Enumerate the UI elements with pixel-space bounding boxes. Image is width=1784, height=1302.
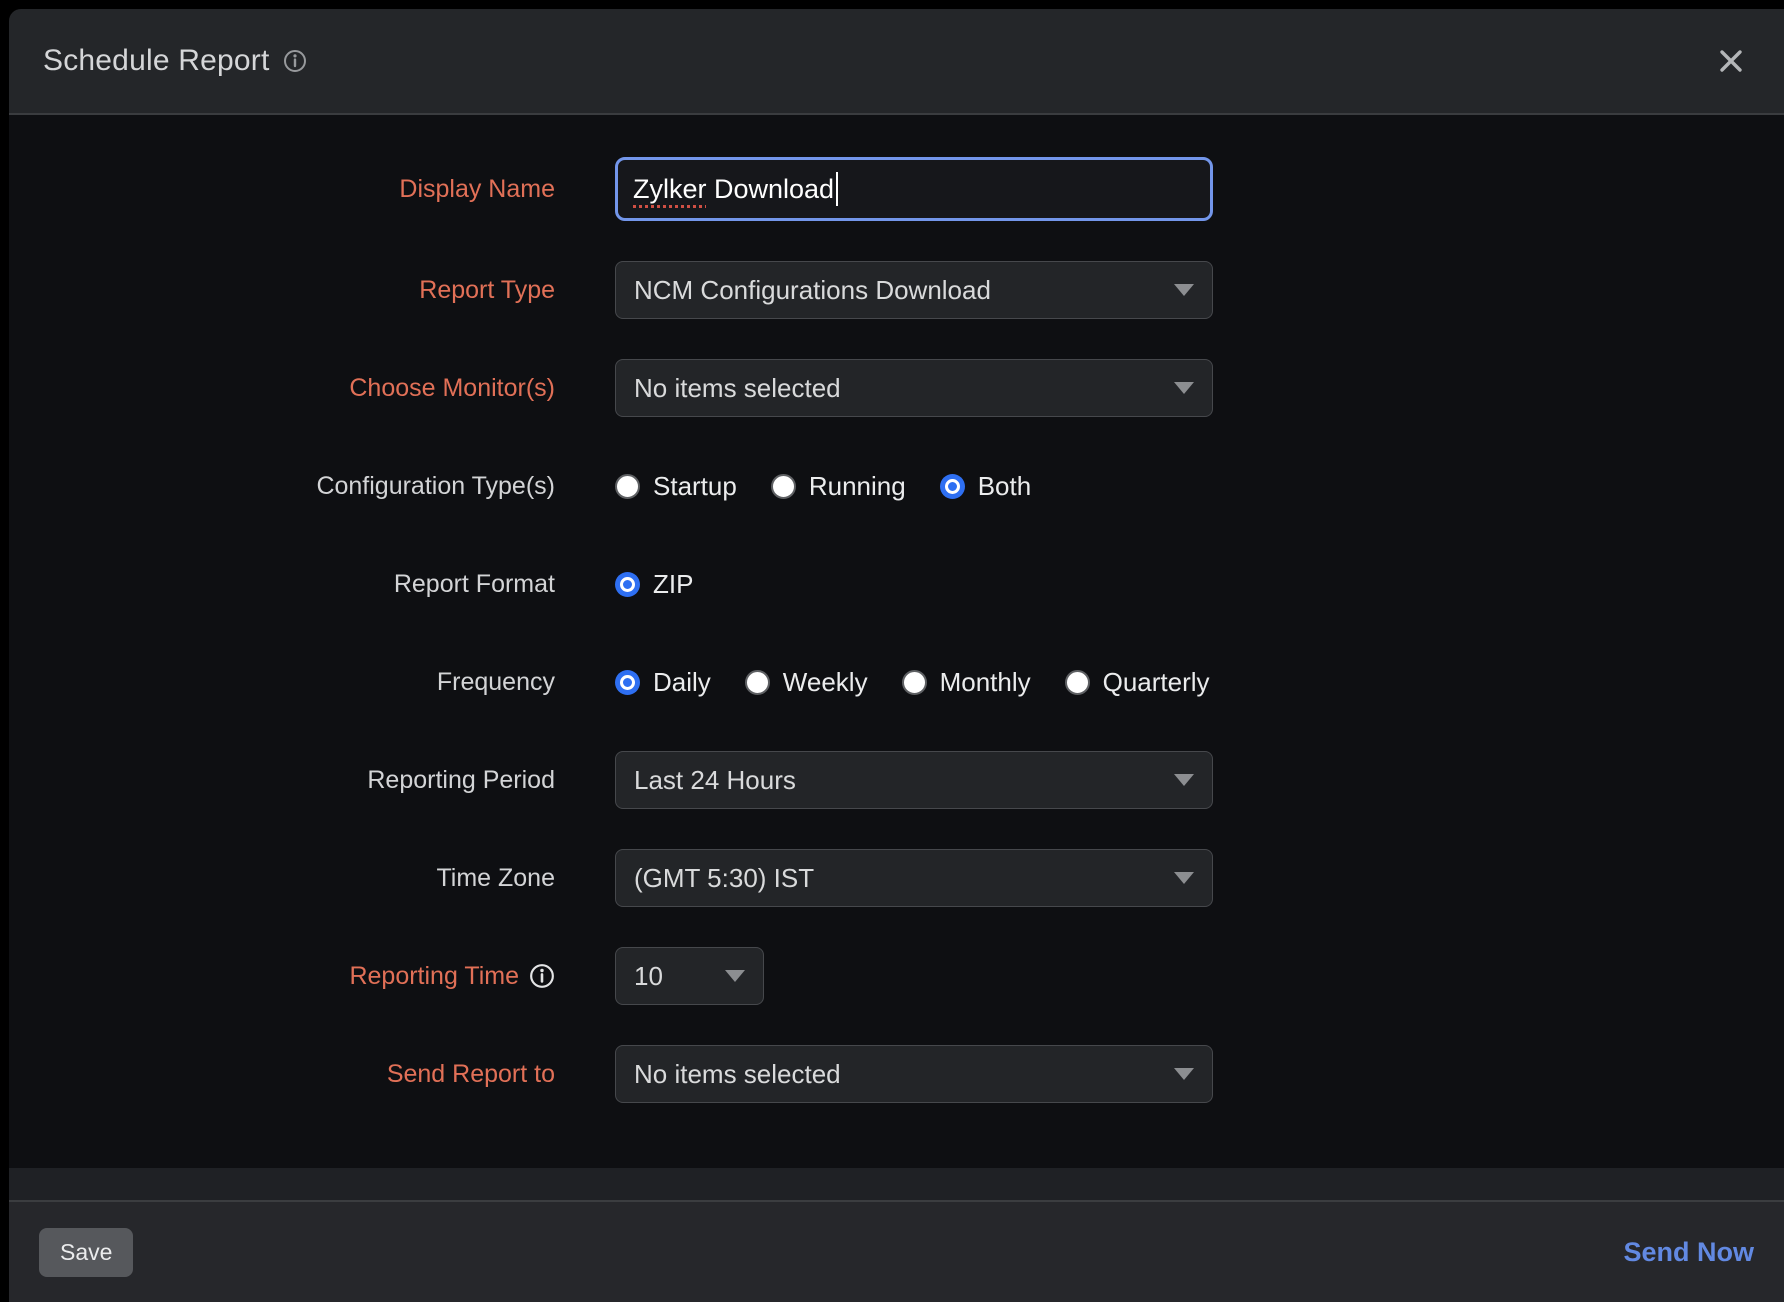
send-report-to-label: Send Report to	[9, 1060, 555, 1089]
reporting-period-value: Last 24 Hours	[634, 765, 796, 796]
report-type-value: NCM Configurations Download	[634, 275, 991, 306]
send-report-to-dropdown[interactable]: No items selected	[615, 1045, 1213, 1103]
radio-icon-selected[interactable]	[940, 474, 965, 499]
report-type-label: Report Type	[9, 276, 555, 305]
chevron-down-icon	[1174, 774, 1194, 786]
report-format-radio-group: ZIP	[615, 569, 693, 600]
chevron-down-icon	[1174, 1068, 1194, 1080]
radio-icon[interactable]	[902, 670, 927, 695]
reporting-time-label: Reporting Time	[9, 962, 555, 991]
radio-option-running[interactable]: Running	[771, 471, 906, 502]
dialog-header: Schedule Report	[9, 9, 1784, 115]
text-cursor	[836, 172, 838, 206]
frequency-label: Frequency	[9, 668, 555, 697]
row-report-format: Report Format ZIP	[9, 555, 1784, 613]
row-reporting-period: Reporting Period Last 24 Hours	[9, 751, 1784, 809]
dialog-footer: Save Send Now	[9, 1200, 1784, 1302]
radio-option-startup[interactable]: Startup	[615, 471, 737, 502]
time-zone-dropdown[interactable]: (GMT 5:30) IST	[615, 849, 1213, 907]
row-time-zone: Time Zone (GMT 5:30) IST	[9, 849, 1784, 907]
radio-icon[interactable]	[1065, 670, 1090, 695]
radio-icon-selected[interactable]	[615, 670, 640, 695]
choose-monitors-label: Choose Monitor(s)	[9, 374, 555, 403]
radio-option-daily[interactable]: Daily	[615, 667, 711, 698]
page-title: Schedule Report	[43, 44, 307, 78]
row-configuration-types: Configuration Type(s) Startup Running Bo…	[9, 457, 1784, 515]
info-icon[interactable]	[283, 49, 307, 73]
info-icon[interactable]	[529, 963, 555, 989]
choose-monitors-value: No items selected	[634, 373, 841, 404]
radio-option-monthly[interactable]: Monthly	[902, 667, 1031, 698]
time-zone-label: Time Zone	[9, 864, 555, 893]
send-report-to-value: No items selected	[634, 1059, 841, 1090]
row-send-report-to: Send Report to No items selected	[9, 1045, 1784, 1103]
chevron-down-icon	[1174, 382, 1194, 394]
display-name-value-rest: Download	[707, 174, 835, 204]
row-choose-monitors: Choose Monitor(s) No items selected	[9, 359, 1784, 417]
footer-divider-strip	[9, 1168, 1784, 1200]
reporting-period-dropdown[interactable]: Last 24 Hours	[615, 751, 1213, 809]
row-reporting-time: Reporting Time 10	[9, 947, 1784, 1005]
reporting-time-value: 10	[634, 961, 663, 992]
radio-option-quarterly[interactable]: Quarterly	[1065, 667, 1210, 698]
frequency-radio-group: Daily Weekly Monthly Quarterly	[615, 667, 1210, 698]
display-name-label: Display Name	[9, 175, 555, 204]
choose-monitors-dropdown[interactable]: No items selected	[615, 359, 1213, 417]
schedule-report-dialog: Schedule Report Display Name Zylker Down…	[9, 9, 1784, 1302]
radio-icon[interactable]	[771, 474, 796, 499]
radio-option-both[interactable]: Both	[940, 471, 1032, 502]
row-report-type: Report Type NCM Configurations Download	[9, 261, 1784, 319]
chevron-down-icon	[1174, 284, 1194, 296]
radio-icon-selected[interactable]	[615, 572, 640, 597]
radio-icon[interactable]	[615, 474, 640, 499]
page-title-text: Schedule Report	[43, 44, 269, 78]
save-button[interactable]: Save	[39, 1228, 133, 1277]
dialog-body: Display Name Zylker Download Report Type…	[9, 115, 1784, 1168]
close-icon[interactable]	[1712, 42, 1750, 80]
row-display-name: Display Name Zylker Download	[9, 157, 1784, 221]
display-name-input[interactable]: Zylker Download	[615, 157, 1213, 221]
configuration-types-label: Configuration Type(s)	[9, 472, 555, 501]
send-now-link[interactable]: Send Now	[1623, 1237, 1754, 1268]
chevron-down-icon	[725, 970, 745, 982]
report-type-dropdown[interactable]: NCM Configurations Download	[615, 261, 1213, 319]
reporting-time-dropdown[interactable]: 10	[615, 947, 764, 1005]
configuration-types-radio-group: Startup Running Both	[615, 471, 1031, 502]
row-frequency: Frequency Daily Weekly Monthly	[9, 653, 1784, 711]
radio-option-zip[interactable]: ZIP	[615, 569, 693, 600]
report-format-label: Report Format	[9, 570, 555, 599]
chevron-down-icon	[1174, 872, 1194, 884]
display-name-value-misspelled: Zylker	[633, 174, 707, 204]
radio-option-weekly[interactable]: Weekly	[745, 667, 868, 698]
radio-icon[interactable]	[745, 670, 770, 695]
reporting-period-label: Reporting Period	[9, 766, 555, 795]
time-zone-value: (GMT 5:30) IST	[634, 863, 814, 894]
